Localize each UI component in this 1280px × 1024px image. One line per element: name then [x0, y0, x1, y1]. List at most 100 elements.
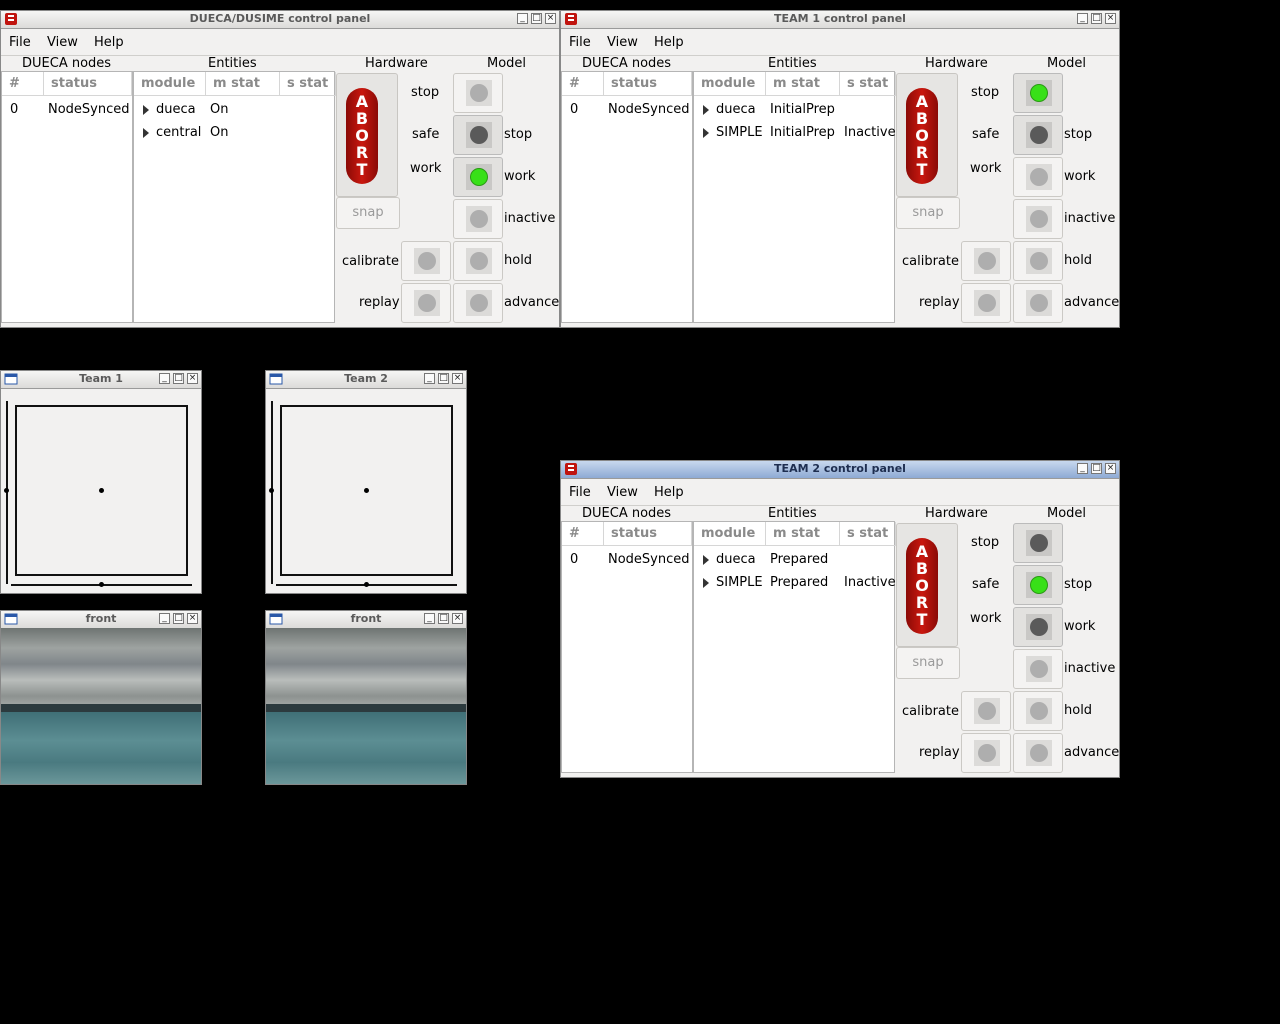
abort-button[interactable]: ABORT [896, 73, 958, 197]
expand-icon[interactable] [143, 128, 149, 138]
title-bar[interactable]: TEAM 2 control panel _ □ × [561, 461, 1119, 479]
menu-help[interactable]: Help [654, 485, 684, 500]
col-header-module[interactable]: module [694, 522, 766, 546]
entities-list[interactable]: module m stat s stat dueca Prepared SIMP… [693, 521, 896, 773]
minimize-icon[interactable]: _ [517, 13, 528, 24]
hold-button[interactable] [1013, 691, 1063, 731]
snap-button[interactable]: snap [896, 647, 960, 679]
calibrate-button[interactable] [401, 241, 451, 281]
team1-plot-window[interactable]: Team 1 _ □ × [0, 370, 202, 594]
team2-plot-window[interactable]: Team 2 _ □ × [265, 370, 467, 594]
expand-icon[interactable] [703, 555, 709, 565]
maximize-icon[interactable]: □ [438, 373, 449, 384]
replay-button[interactable] [961, 283, 1011, 323]
close-icon[interactable]: × [1105, 13, 1116, 24]
hold-button[interactable] [1013, 241, 1063, 281]
front-view-window-2[interactable]: front _ □ × [265, 610, 467, 785]
col-header-mstat[interactable]: m stat [206, 72, 280, 96]
menu-file[interactable]: File [9, 35, 31, 50]
title-bar[interactable]: front _ □ × [266, 611, 466, 629]
stop-button[interactable] [1013, 523, 1063, 563]
col-header-id[interactable]: # [562, 522, 604, 546]
inactive-button[interactable] [453, 199, 503, 239]
title-bar[interactable]: front _ □ × [1, 611, 201, 629]
maximize-icon[interactable]: □ [438, 613, 449, 624]
expand-icon[interactable] [703, 578, 709, 588]
col-header-module[interactable]: module [694, 72, 766, 96]
minimize-icon[interactable]: _ [159, 373, 170, 384]
calibrate-button[interactable] [961, 241, 1011, 281]
maximize-icon[interactable]: □ [531, 13, 542, 24]
snap-button[interactable]: snap [336, 197, 400, 229]
dueca-control-panel-window[interactable]: DUECA/DUSIME control panel _ □ × File Vi… [0, 10, 560, 328]
abort-button[interactable]: ABORT [336, 73, 398, 197]
title-bar[interactable]: Team 1 _ □ × [1, 371, 201, 389]
expand-icon[interactable] [703, 128, 709, 138]
title-bar[interactable]: Team 2 _ □ × [266, 371, 466, 389]
col-header-mstat[interactable]: m stat [766, 72, 840, 96]
close-icon[interactable]: × [452, 613, 463, 624]
maximize-icon[interactable]: □ [1091, 13, 1102, 24]
safe-button[interactable] [1013, 565, 1063, 605]
col-header-status[interactable]: status [604, 522, 692, 546]
menu-help[interactable]: Help [654, 35, 684, 50]
minimize-icon[interactable]: _ [1077, 13, 1088, 24]
col-header-sstat[interactable]: s stat [840, 72, 896, 96]
menu-view[interactable]: View [47, 35, 78, 50]
stop-button[interactable] [453, 73, 503, 113]
menu-file[interactable]: File [569, 485, 591, 500]
safe-button[interactable] [453, 115, 503, 155]
close-icon[interactable]: × [187, 613, 198, 624]
abort-button[interactable]: ABORT [896, 523, 958, 647]
close-icon[interactable]: × [452, 373, 463, 384]
front-view-window-1[interactable]: front _ □ × [0, 610, 202, 785]
maximize-icon[interactable]: □ [173, 613, 184, 624]
replay-button[interactable] [401, 283, 451, 323]
nodes-list[interactable]: # status 0 NodeSynced [561, 521, 693, 773]
advance-button[interactable] [453, 283, 503, 323]
expand-icon[interactable] [143, 105, 149, 115]
hold-button[interactable] [453, 241, 503, 281]
inactive-button[interactable] [1013, 199, 1063, 239]
title-bar[interactable]: TEAM 1 control panel _ □ × [561, 11, 1119, 29]
menu-file[interactable]: File [569, 35, 591, 50]
col-header-id[interactable]: # [2, 72, 44, 96]
minimize-icon[interactable]: _ [159, 613, 170, 624]
close-icon[interactable]: × [1105, 463, 1116, 474]
close-icon[interactable]: × [187, 373, 198, 384]
minimize-icon[interactable]: _ [1077, 463, 1088, 474]
col-header-module[interactable]: module [134, 72, 206, 96]
nodes-list[interactable]: # status 0 NodeSynced [561, 71, 693, 323]
col-header-mstat[interactable]: m stat [766, 522, 840, 546]
close-icon[interactable]: × [545, 13, 556, 24]
col-header-status[interactable]: status [44, 72, 132, 96]
calibrate-button[interactable] [961, 691, 1011, 731]
nodes-list[interactable]: # status 0 NodeSynced [1, 71, 133, 323]
minimize-icon[interactable]: _ [424, 373, 435, 384]
advance-button[interactable] [1013, 733, 1063, 773]
team1-control-panel-window[interactable]: TEAM 1 control panel _ □ × File View Hel… [560, 10, 1120, 328]
safe-button[interactable] [1013, 115, 1063, 155]
menu-help[interactable]: Help [94, 35, 124, 50]
col-header-sstat[interactable]: s stat [840, 522, 896, 546]
minimize-icon[interactable]: _ [424, 613, 435, 624]
team2-control-panel-window[interactable]: TEAM 2 control panel _ □ × File View Hel… [560, 460, 1120, 778]
col-header-status[interactable]: status [604, 72, 692, 96]
col-header-id[interactable]: # [562, 72, 604, 96]
menu-view[interactable]: View [607, 35, 638, 50]
stop-button[interactable] [1013, 73, 1063, 113]
inactive-button[interactable] [1013, 649, 1063, 689]
expand-icon[interactable] [703, 105, 709, 115]
advance-button[interactable] [1013, 283, 1063, 323]
entities-list[interactable]: module m stat s stat dueca On central On [133, 71, 336, 323]
maximize-icon[interactable]: □ [173, 373, 184, 384]
snap-button[interactable]: snap [896, 197, 960, 229]
entities-list[interactable]: module m stat s stat dueca InitialPrep S… [693, 71, 896, 323]
maximize-icon[interactable]: □ [1091, 463, 1102, 474]
replay-button[interactable] [961, 733, 1011, 773]
title-bar[interactable]: DUECA/DUSIME control panel _ □ × [1, 11, 559, 29]
work-button[interactable] [1013, 607, 1063, 647]
work-button[interactable] [1013, 157, 1063, 197]
col-header-sstat[interactable]: s stat [280, 72, 336, 96]
menu-view[interactable]: View [607, 485, 638, 500]
